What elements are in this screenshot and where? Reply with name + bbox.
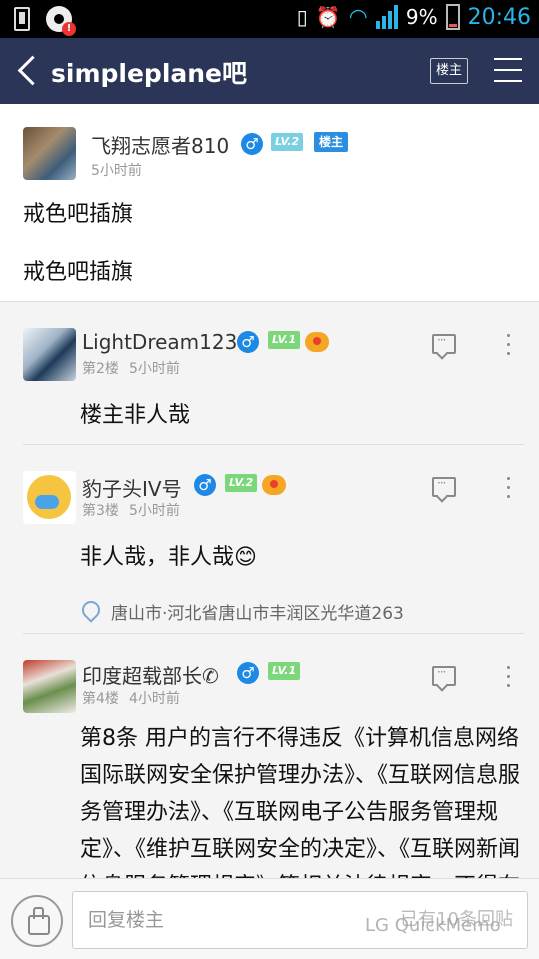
reply-time: 5小时前: [129, 361, 180, 377]
comment-icon[interactable]: [432, 333, 456, 354]
avatar[interactable]: [23, 328, 76, 381]
floor-number: 第2楼: [82, 361, 119, 377]
level-badge: LV.1: [268, 331, 301, 349]
floor-number: 第4楼: [82, 691, 119, 707]
gender-male-icon: ♂: [194, 474, 216, 496]
divider: [23, 633, 524, 634]
menu-icon[interactable]: [494, 58, 522, 82]
clock: 20:46: [467, 4, 531, 30]
gender-male-icon: ♂: [237, 331, 259, 353]
gender-male-icon: ♂: [237, 662, 259, 684]
level-badge: LV.1: [268, 662, 301, 680]
post-content-line: 戒色吧插旗: [23, 260, 134, 285]
vibrate-icon: ▯: [296, 5, 308, 29]
game-badge-icon: [262, 475, 286, 495]
more-options-icon[interactable]: [500, 666, 516, 688]
level-badge: LV.2: [271, 133, 304, 151]
app-header: simpleplane吧 楼主: [0, 38, 539, 104]
status-bar: ▯ ⏰ ◠ 9% 20:46: [0, 0, 539, 38]
signal-icon: [375, 5, 398, 29]
page-title: simpleplane吧: [51, 59, 248, 88]
avatar[interactable]: [23, 127, 76, 180]
location-text[interactable]: 唐山市·河北省唐山市丰润区光华道263: [111, 599, 404, 624]
floor-number: 第3楼: [82, 503, 119, 519]
avatar[interactable]: [23, 660, 76, 713]
post-time: 5小时前: [91, 163, 142, 179]
gender-male-icon: ♂: [241, 133, 263, 155]
username[interactable]: LightDream123: [82, 330, 237, 354]
op-badge: 楼主: [314, 132, 349, 152]
comment-icon[interactable]: [432, 476, 456, 497]
back-arrow-icon[interactable]: [14, 54, 44, 88]
game-badge-icon: [305, 332, 329, 352]
thumbs-up-icon[interactable]: [11, 895, 63, 947]
battery-percentage: 9%: [405, 5, 438, 29]
level-badge: LV.2: [225, 474, 258, 492]
reply-input-placeholder: 回复楼主: [88, 909, 165, 931]
avatar[interactable]: [23, 471, 76, 524]
watermark: LG QuickMemo: [365, 915, 501, 936]
divider: [23, 444, 524, 445]
original-post: 飞翔志愿者810 ♂ LV.2 楼主 5小时前 戒色吧插旗 戒色吧插旗: [0, 104, 539, 302]
phone-icon: [14, 7, 30, 31]
location-pin-icon: [78, 597, 104, 623]
reply-content: 楼主非人哉: [80, 403, 191, 428]
record-icon: [46, 6, 76, 36]
reply-time: 5小时前: [129, 503, 180, 519]
reply-content: 非人哉，非人哉😊: [80, 545, 257, 570]
only-op-button[interactable]: 楼主: [430, 58, 468, 84]
more-options-icon[interactable]: [500, 477, 516, 499]
alarm-icon: ⏰: [315, 5, 341, 29]
comment-icon[interactable]: [432, 665, 456, 686]
post-content-line: 戒色吧插旗: [23, 202, 134, 227]
more-options-icon[interactable]: [500, 334, 516, 356]
wifi-icon: ◠: [348, 4, 368, 30]
username[interactable]: 印度超载部长✆: [82, 660, 219, 689]
battery-icon: [445, 4, 460, 30]
reply-time: 4小时前: [129, 691, 180, 707]
username[interactable]: 豹子头IV号: [82, 473, 182, 502]
username[interactable]: 飞翔志愿者810: [91, 130, 229, 159]
